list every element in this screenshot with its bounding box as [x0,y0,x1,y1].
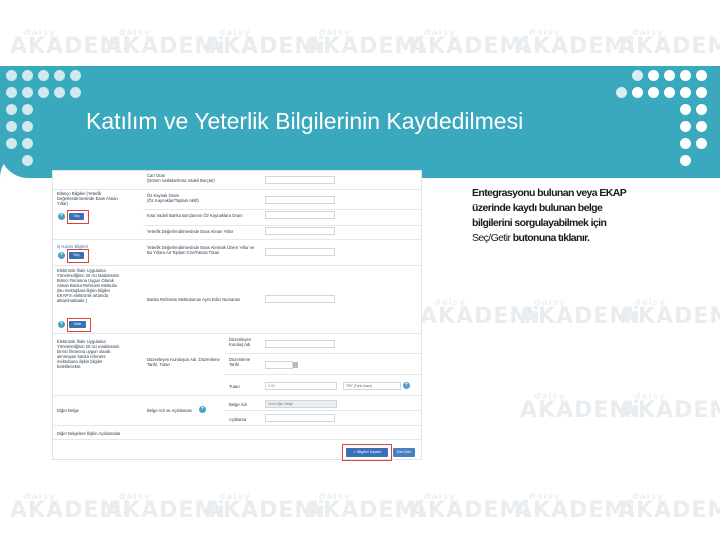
duzenleme-tarihi-label: Düzenleme Tarihi [229,357,251,367]
add-bilanco-icon[interactable]: + [58,213,65,220]
watermark-logo: daisyAKADEMi [618,28,720,59]
note-line: üzerinde kaydı bulunan belge [472,202,603,214]
duzenleyen-label: Düzenleyen Kuruluş Adı [229,337,252,347]
cari-oran-input[interactable] [265,176,335,184]
form-screenshot: Cari Oran (Dönen Varlıklar/Kısa Vadeli Bo… [52,170,422,460]
slide-title: Katılım ve Yeterlik Bilgilerinin Kaydedi… [86,108,524,134]
add-is-hacmi-icon[interactable]: + [58,252,65,259]
watermark-logo: daisyAKADEMi [410,492,531,523]
watermark-logo: daisyAKADEMi [305,28,426,59]
kisa-vade-label: Kısa Vadeli Banka Borçlarının Öz Kaynakl… [147,213,243,218]
bilanco-sec-highlight [67,210,89,224]
is-hacmi-input[interactable] [265,248,335,256]
aciklama-label: Açıklama [229,417,247,422]
oz-kaynak-input[interactable] [265,196,335,204]
belge-adi-input[interactable]: Yeni Diğer Belge [265,400,337,408]
add-referans-icon[interactable]: + [58,321,65,328]
belge-adi-label: Belge Adı [229,402,247,407]
duzenleme-tarihi-input[interactable] [265,361,293,369]
watermark-logo: daisyAKADEMi [620,392,720,423]
note-line: Seç/Getir butonuna tıklanır. [472,232,590,244]
note-line: bilgilerini sorgulayabilmek için [472,217,607,229]
elektronik-ihale-2-label: Elektronik İhale Uygulama Yönetmeliğinin … [57,339,120,369]
referans-getir-highlight [67,318,91,332]
banka-referans-input[interactable] [265,295,335,303]
banka-referans-label: Banka Referans Mektubunun Ayrıt Edici Nu… [147,297,241,302]
belge-adi-aciklama-label: Belge Adı ve Açıklaması [147,408,192,413]
currency-select[interactable]: TRY (Türk Lirası) [343,382,401,390]
instruction-note: Entegrasyonu bulunan veya EKAP üzerinde … [472,186,662,246]
oz-kaynak-label: Öz Kaynak Oranı (Öz Kaynaklar/Toplam Akti… [147,193,199,203]
save-button-highlight [342,444,392,461]
is-hacmi-sec-highlight [67,249,89,263]
watermark-logo: daisyAKADEMi [410,28,531,59]
back-button[interactable]: Geri Dön [393,448,415,457]
diger-belge-label: Diğer Belge [57,408,79,413]
kisa-vade-input[interactable] [265,211,335,219]
bilanco-label: Bilanço Bilgileri (Yeterlik Değerlendirme… [57,191,118,206]
watermark-logo: daisyAKADEMi [618,492,720,523]
diger-aciklamalar-label: Diğer Belgelere İlişkin Açıklamalar [57,431,121,436]
note-line: Entegrasyonu bulunan veya EKAP [472,187,627,199]
add-belge-icon[interactable]: + [199,406,206,413]
add-tutar-icon[interactable]: + [403,382,410,389]
yeterlik-yillar-input[interactable] [265,227,335,235]
is-hacmi-desc: Yeterlik Değerlendirmesinde Esas Alınmak… [147,245,255,255]
tutar-input[interactable]: 0,00 [265,382,337,390]
elektronik-ihale-label: Elektronik İhale Uygulama Yönetmeliğinin … [57,268,120,303]
tutar-label: Tutarı [229,384,240,389]
aciklama-input[interactable] [265,414,335,422]
calendar-icon[interactable] [293,362,298,368]
watermark-logo: daisyAKADEMi [305,492,426,523]
cari-oran-label: Cari Oran (Dönen Varlıklar/Kısa Vadeli Bo… [147,173,215,183]
duzenleyen-input[interactable] [265,340,335,348]
duzenleyen-kurulus-label: Düzenleyen Kuruluşun Adı, Düzenleme Tarih… [147,357,220,367]
watermark-logo: daisyAKADEMi [620,298,720,329]
yeterlik-yillar-label: Yeterlik Değerlendirmesinde Esas Alınan … [147,229,234,234]
